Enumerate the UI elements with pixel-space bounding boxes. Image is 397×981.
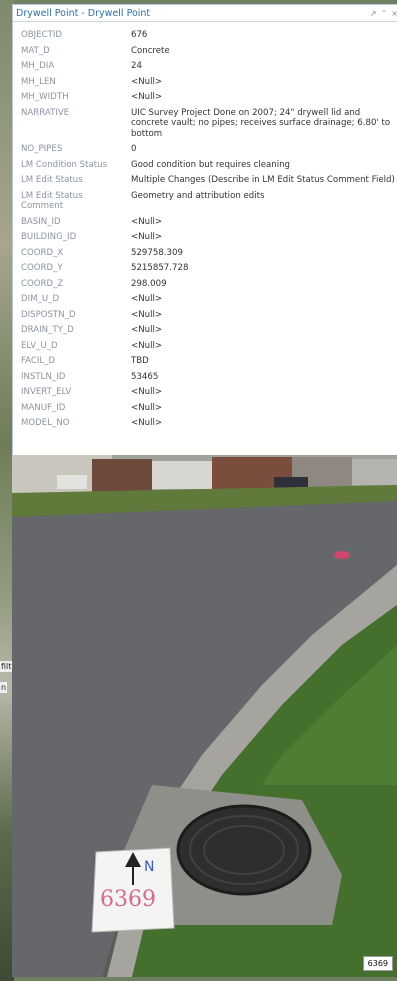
attribute-row: OBJECTID 676 [13,28,397,44]
attribute-value: <Null> [131,294,163,304]
popup-header: Drywell Point - Drywell Point ↗ ⌃ × [13,5,397,22]
feature-popup: Drywell Point - Drywell Point ↗ ⌃ × OBJE… [12,4,397,456]
attribute-value: <Null> [131,76,163,87]
attribute-row: DIM_U_D <Null> [13,292,397,308]
attribute-key: OBJECTID [13,28,129,44]
attribute-value: Concrete [131,45,170,56]
attribute-key: LM Edit Status [13,173,129,189]
attribute-key: ELV_U_D [13,338,129,354]
attribute-key: NO_PIPES [13,142,129,158]
popup-title: Drywell Point - Drywell Point [16,7,151,19]
attribute-row: COORD_Y 5215857.728 [13,261,397,277]
attribute-key: BASIN_ID [13,214,129,230]
attribute-key: MODEL_NO [21,418,70,428]
street-photo [12,455,397,977]
attribute-value: <Null> [131,418,163,428]
attribute-key: DISPOSTN_D [13,307,129,323]
attribute-row: MODEL_NO <Null> [13,416,397,432]
attribute-value: 53465 [129,369,397,385]
attribute-value: <Null> [131,232,163,242]
attribute-table: OBJECTID 676 MAT_D Concrete MH_DIA 24 MH_LEN <N… [13,28,397,432]
attribute-value: <Null> [131,325,163,335]
attribute-row: MANUF_ID <Null> [13,400,397,416]
attribute-row: BUILDING_ID <Null> [13,230,397,246]
attribute-row: MH_DIA 24 [13,59,397,75]
attribute-value: 0 [129,142,397,158]
attribute-row: LM Condition Status Good condition but re… [13,158,397,174]
attribute-value: Good condition but requires cleaning [131,159,290,170]
attribute-key: INSTLN_ID [13,369,129,385]
popup-header-icons: ↗ ⌃ × [370,9,397,18]
attribute-row: COORD_X 529758.309 [13,245,397,261]
attribute-key: INVERT_ELV [21,387,72,397]
attribute-key: DRAIN_TY_D [21,325,74,335]
attribute-key: COORD_Y [21,263,63,273]
map-fragment-text: filt [0,661,13,672]
collapse-icon[interactable]: ⌃ [381,9,388,18]
attribute-key: MANUF_ID [13,400,129,416]
attachment-photo[interactable]: N 6369 6369 [12,455,397,977]
attribute-value: 529758.309 [129,245,397,261]
attribute-value: <Null> [131,387,163,397]
attribute-row: LM Edit Status Comment Geometry and attri… [13,189,397,215]
attribute-row: MAT_D Concrete [13,44,397,60]
attribute-row: ELV_U_D <Null> [13,338,397,354]
attribute-key: LM Condition Status [21,159,108,170]
attribute-row: INVERT_ELV <Null> [13,385,397,401]
attribute-key: MH_WIDTH [13,90,129,106]
attribute-value: Multiple Changes (Describe in LM Edit St… [129,173,397,189]
attribute-row: BASIN_ID <Null> [13,214,397,230]
attribute-key: MH_DIA [13,59,129,75]
attribute-key: DIM_U_D [21,294,60,304]
attribute-row: DISPOSTN_D <Null> [13,307,397,323]
attribute-value: <Null> [129,214,397,230]
photo-id-label: 6369 [362,956,393,971]
attribute-value: UIC Survey Project Done on 2007; 24" dry… [131,107,391,139]
attribute-key: COORD_Z [13,276,129,292]
attribute-row: INSTLN_ID 53465 [13,369,397,385]
attribute-key: MAT_D [21,45,50,56]
attribute-row: MH_LEN <Null> [13,75,397,91]
attribute-value: 24 [129,59,397,75]
attribute-row: COORD_Z 298.009 [13,276,397,292]
attribute-value: Geometry and attribution edits [131,190,265,201]
attribute-value: <Null> [129,307,397,323]
sign-id-text: 6369 [100,887,156,912]
attribute-value: 676 [129,28,397,44]
attribute-value: 5215857.728 [131,263,189,273]
external-link-icon[interactable]: ↗ [370,9,377,18]
attribute-value: 298.009 [129,276,397,292]
attribute-key: MH_LEN [21,76,56,87]
attribute-value: <Null> [129,400,397,416]
attribute-row: FACIL_D TBD [13,354,397,370]
map-fragment-text: n [0,682,8,693]
attribute-key: COORD_X [13,245,129,261]
attribute-value: <Null> [129,338,397,354]
sign-direction-text: N [144,859,155,875]
attribute-value: <Null> [129,90,397,106]
attribute-key: LM Edit Status Comment [21,190,83,212]
attribute-value: TBD [131,356,149,366]
close-icon[interactable]: × [391,9,397,18]
attribute-row: MH_WIDTH <Null> [13,90,397,106]
attribute-row: NO_PIPES 0 [13,142,397,158]
attribute-key: NARRATIVE [21,107,70,118]
attribute-row: DRAIN_TY_D <Null> [13,323,397,339]
attribute-key: FACIL_D [21,356,56,366]
attribute-row: LM Edit Status Multiple Changes (Describe… [13,173,397,189]
attribute-key: BUILDING_ID [21,232,77,242]
attribute-row: NARRATIVE UIC Survey Project Done on 2007… [13,106,397,143]
